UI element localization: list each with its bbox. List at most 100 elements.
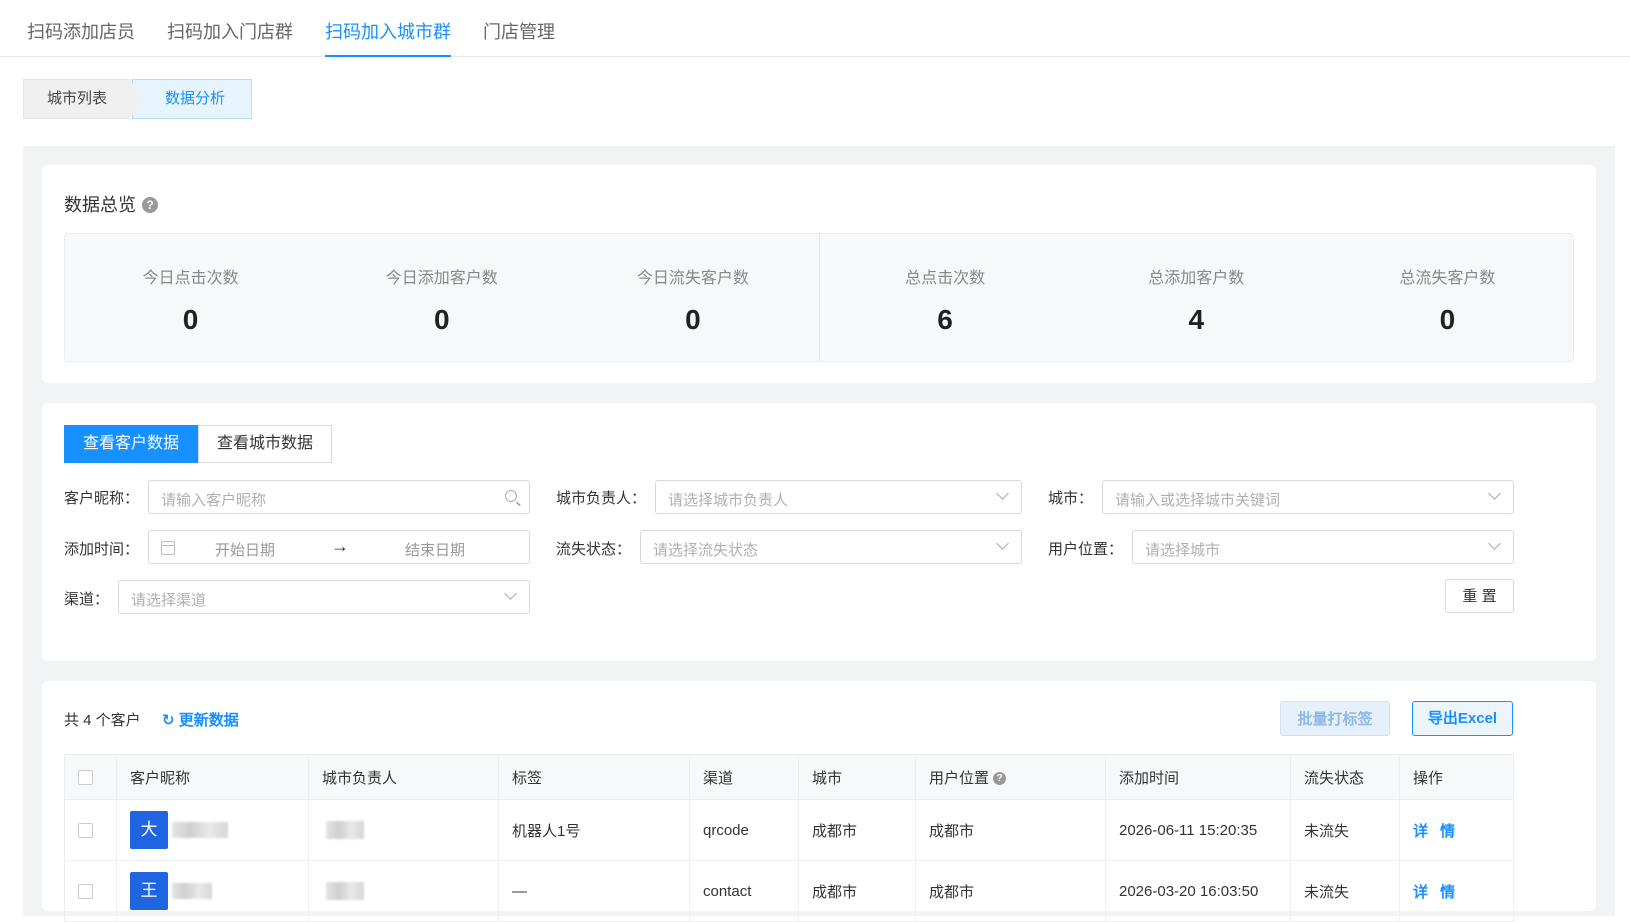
avatar: 大 <box>130 811 168 849</box>
tab-scan-add-clerk[interactable]: 扫码添加店员 <box>27 0 135 56</box>
stat-value: 0 <box>685 304 701 335</box>
nickname-placeholder: 请输入客户昵称 <box>161 492 267 509</box>
stat-label: 总流失客户数 <box>1399 270 1496 287</box>
blurred-owner <box>326 821 364 840</box>
user-location-select[interactable]: 请选择城市 <box>1132 530 1514 564</box>
stat-value: 0 <box>182 304 199 335</box>
stat-label: 今日添加客户数 <box>385 270 498 287</box>
refresh-label: 更新数据 <box>178 712 239 729</box>
location-cell: 成都市 <box>915 799 1106 861</box>
channel-placeholder: 请选择渠道 <box>131 592 207 609</box>
city-owner-select[interactable]: 请选择城市负责人 <box>655 480 1022 514</box>
chevron-down-icon <box>1488 537 1501 550</box>
city-placeholder: 请输入或选择城市关键词 <box>1115 492 1281 509</box>
nickname-cell: 王 <box>116 860 309 922</box>
total-stats: 总点击次数 6 总添加客户数 4 总流失客户数 0 <box>818 234 1574 361</box>
stat-today-lost: 今日流失客户数 0 <box>567 234 818 361</box>
avatar: 王 <box>130 872 168 910</box>
top-tabs: 扫码添加店员 扫码加入门店群 扫码加入城市群 门店管理 <box>0 0 1630 57</box>
step-data-analysis[interactable]: 数据分析 <box>132 79 252 119</box>
nickname-label: 客户昵称： <box>64 490 140 507</box>
overview-stats: 今日点击次数 0 今日添加客户数 0 今日流失客户数 0 总点击次数 6 总添加… <box>64 233 1574 362</box>
city-select[interactable]: 请输入或选择城市关键词 <box>1102 480 1514 514</box>
stat-value: 0 <box>433 304 450 335</box>
chevron-down-icon <box>996 537 1009 550</box>
stat-label: 总点击次数 <box>905 270 986 287</box>
stat-total-lost: 总流失客户数 0 <box>1322 234 1573 361</box>
view-customer-data-button[interactable]: 查看客户数据 <box>64 425 199 463</box>
end-date[interactable]: 结束日期 <box>405 539 465 560</box>
col-channel: 渠道 <box>689 754 799 800</box>
stat-label: 今日流失客户数 <box>636 270 749 287</box>
stat-total-clicks: 总点击次数 6 <box>820 234 1071 361</box>
help-icon[interactable]: ? <box>142 197 158 213</box>
batch-tag-button[interactable]: 批量打标签 <box>1280 701 1390 736</box>
table-row: 王 — contact 成都市 成都市 2026-03-20 16:03:50 … <box>64 860 1514 922</box>
tab-scan-join-city-group[interactable]: 扫码加入城市群 <box>325 0 451 57</box>
row-checkbox[interactable] <box>78 823 93 839</box>
city-cell: 成都市 <box>798 860 916 922</box>
detail-link[interactable]: 详 情 <box>1413 884 1459 901</box>
lost-status-select[interactable]: 请选择流失状态 <box>640 530 1022 564</box>
channel-select[interactable]: 请选择渠道 <box>118 580 530 614</box>
help-icon[interactable]: ? <box>993 771 1007 785</box>
overview-title-text: 数据总览 <box>64 195 136 215</box>
city-owner-cell <box>308 799 499 861</box>
blurred-nickname <box>172 883 213 899</box>
channel-cell: contact <box>689 860 799 922</box>
city-owner-label: 城市负责人： <box>556 490 647 507</box>
blurred-owner <box>326 882 364 901</box>
add-time-label: 添加时间： <box>64 541 140 558</box>
overview-card: 数据总览? 今日点击次数 0 今日添加客户数 0 今日流失客户数 0 总点击次数… <box>42 165 1596 383</box>
tab-store-management[interactable]: 门店管理 <box>483 0 555 56</box>
start-date[interactable]: 开始日期 <box>215 539 275 560</box>
search-icon <box>505 490 517 502</box>
view-city-data-button[interactable]: 查看城市数据 <box>198 425 333 463</box>
tag-cell: 机器人1号 <box>498 799 690 861</box>
stat-value: 4 <box>1188 304 1205 335</box>
lost-status-placeholder: 请选择流失状态 <box>653 542 759 559</box>
col-lost-status: 流失状态 <box>1290 754 1400 800</box>
lost-status-label: 流失状态： <box>556 541 632 558</box>
chevron-down-icon <box>996 487 1009 500</box>
chevron-down-icon <box>504 587 517 600</box>
today-stats: 今日点击次数 0 今日添加客户数 0 今日流失客户数 0 <box>65 234 819 361</box>
refresh-icon: ↻ <box>162 712 175 729</box>
row-checkbox[interactable] <box>78 884 93 900</box>
add-time-cell: 2026-06-11 15:20:35 <box>1105 799 1291 861</box>
col-user-location: 用户位置? <box>915 754 1106 800</box>
channel-label: 渠道： <box>64 591 110 608</box>
nickname-cell: 大 <box>116 799 309 861</box>
detail-link[interactable]: 详 情 <box>1413 823 1459 840</box>
select-all-checkbox[interactable] <box>78 770 93 786</box>
calendar-icon <box>161 541 175 555</box>
user-location-label: 用户位置： <box>1048 541 1124 558</box>
row-select-cell <box>64 860 117 922</box>
stat-value: 0 <box>1439 304 1456 335</box>
date-range-picker[interactable]: 开始日期 → 结束日期 <box>148 530 530 564</box>
reset-button[interactable]: 重 置 <box>1445 579 1514 613</box>
col-user-location-label: 用户位置 <box>929 769 990 787</box>
stat-today-clicks: 今日点击次数 0 <box>65 234 316 361</box>
action-cell: 详 情 <box>1399 799 1514 861</box>
col-nickname: 客户昵称 <box>116 754 309 800</box>
stat-today-added: 今日添加客户数 0 <box>316 234 567 361</box>
stat-label: 今日点击次数 <box>142 270 239 287</box>
overview-title: 数据总览? <box>64 191 158 217</box>
tab-scan-join-store-group[interactable]: 扫码加入门店群 <box>167 0 293 56</box>
arrow-right-icon: → <box>331 536 349 556</box>
step-city-list[interactable]: 城市列表 <box>23 79 143 119</box>
customer-count: 共 4 个客户 <box>64 712 141 729</box>
table-header-row: 客户昵称 城市负责人 标签 渠道 城市 用户位置? 添加时间 流失状态 操作 <box>64 754 1514 800</box>
step-breadcrumb: 城市列表 数据分析 <box>23 79 252 119</box>
city-label: 城市： <box>1048 490 1094 507</box>
blurred-nickname <box>172 822 229 838</box>
refresh-button[interactable]: ↻ 更新数据 <box>162 709 239 730</box>
lost-status-cell: 未流失 <box>1290 860 1400 922</box>
action-cell: 详 情 <box>1399 860 1514 922</box>
col-add-time: 添加时间 <box>1105 754 1291 800</box>
nickname-input[interactable]: 请输入客户昵称 <box>148 480 530 514</box>
row-select-cell <box>64 799 117 861</box>
channel-cell: qrcode <box>689 799 799 861</box>
export-excel-button[interactable]: 导出Excel <box>1412 701 1513 736</box>
